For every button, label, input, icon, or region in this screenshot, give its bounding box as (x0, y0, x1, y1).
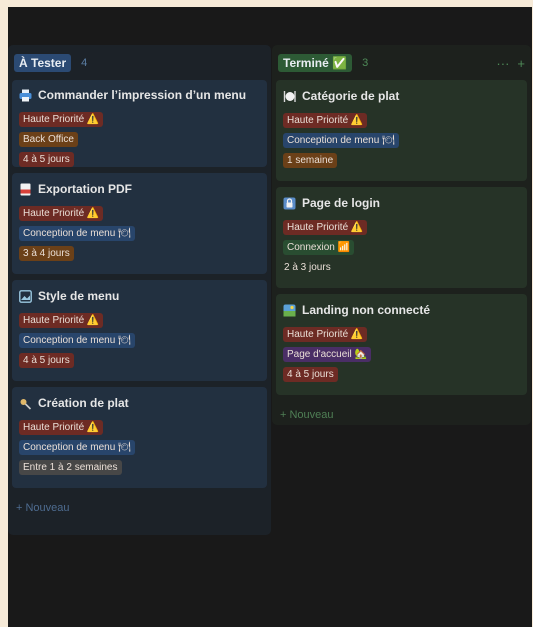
tag-duration: 2 à 3 jours (284, 262, 331, 273)
card-title-text: Landing non connecté (302, 303, 430, 317)
new-card-button[interactable]: + Nouveau (12, 494, 267, 522)
card-categorie-de-plat[interactable]: Catégorie de plat Haute Priorité ⚠️ Conc… (276, 80, 527, 181)
tag-duration: Entre 1 à 2 semaines (19, 460, 122, 475)
lock-icon (283, 197, 296, 209)
tag-category: Conception de menu 🍽 (283, 133, 399, 148)
tag-category: Back Office (19, 132, 78, 147)
tag-category: Page d'accueil 🏡 (283, 347, 371, 362)
tag-priority: Haute Priorité ⚠️ (283, 327, 368, 342)
tag-priority: Haute Priorité ⚠️ (19, 420, 104, 435)
column-title[interactable]: Terminé ✅ (278, 54, 353, 72)
card-landing-non-connecte[interactable]: Landing non connecté Haute Priorité ⚠️ P… (276, 294, 527, 395)
card-title-text: Exportation PDF (38, 182, 133, 196)
card-commander-impression[interactable]: Commander l’impression d’un menu Haute P… (12, 80, 267, 167)
card-title-text: Style de menu (38, 289, 120, 303)
column-a-tester: À Tester 4 Commander l’impression d’un m… (8, 45, 271, 535)
tag-duration: 3 à 4 jours (19, 246, 74, 261)
column-header: Terminé ✅ 3 ··· + (276, 52, 527, 74)
column-title[interactable]: À Tester (14, 54, 72, 72)
tag-priority: Haute Priorité ⚠️ (19, 313, 104, 328)
pdf-icon (20, 183, 31, 195)
tag-priority: Haute Priorité ⚠️ (283, 113, 368, 128)
landscape-icon (283, 304, 296, 316)
tag-category: Connexion 📶 (283, 240, 355, 255)
ladle-icon (20, 398, 32, 410)
new-card-button[interactable]: + Nouveau (276, 401, 527, 429)
column-termine: Terminé ✅ 3 ··· + Catégorie de plat Haut… (272, 45, 531, 425)
tag-duration: 1 semaine (283, 153, 338, 168)
card-title-text: Page de login (302, 196, 381, 210)
tag-priority: Haute Priorité ⚠️ (19, 206, 104, 221)
tag-priority: Haute Priorité ⚠️ (19, 112, 104, 127)
card-title-text: Création de plat (38, 396, 129, 410)
more-options-icon[interactable]: ··· (496, 56, 509, 71)
card-title-text: Catégorie de plat (302, 89, 400, 103)
plate-icon (283, 90, 296, 102)
card-creation-de-plat[interactable]: Création de plat Haute Priorité ⚠️ Conce… (12, 387, 267, 488)
add-card-icon[interactable]: + (517, 56, 525, 71)
column-count: 3 (362, 57, 369, 69)
tag-duration: 4 à 5 jours (19, 353, 74, 368)
card-exportation-pdf[interactable]: Exportation PDF Haute Priorité ⚠️ Concep… (12, 173, 267, 274)
printer-icon (19, 89, 32, 101)
column-count: 4 (81, 57, 88, 69)
kanban-board: À Tester 4 Commander l’impression d’un m… (8, 7, 532, 627)
tag-priority: Haute Priorité ⚠️ (283, 220, 368, 235)
card-page-de-login[interactable]: Page de login Haute Priorité ⚠️ Connexio… (276, 187, 527, 288)
picture-icon (19, 289, 32, 303)
tag-category: Conception de menu 🍽 (19, 226, 135, 241)
card-style-de-menu[interactable]: Style de menu Haute Priorité ⚠️ Concepti… (12, 280, 267, 381)
card-title-text: Commander l’impression d’un menu (38, 88, 247, 102)
tag-category: Conception de menu 🍽 (19, 440, 135, 455)
tag-category: Conception de menu 🍽 (19, 333, 135, 348)
column-header: À Tester 4 (12, 52, 267, 74)
tag-duration: 4 à 5 jours (19, 152, 74, 167)
tag-duration: 4 à 5 jours (283, 367, 338, 382)
